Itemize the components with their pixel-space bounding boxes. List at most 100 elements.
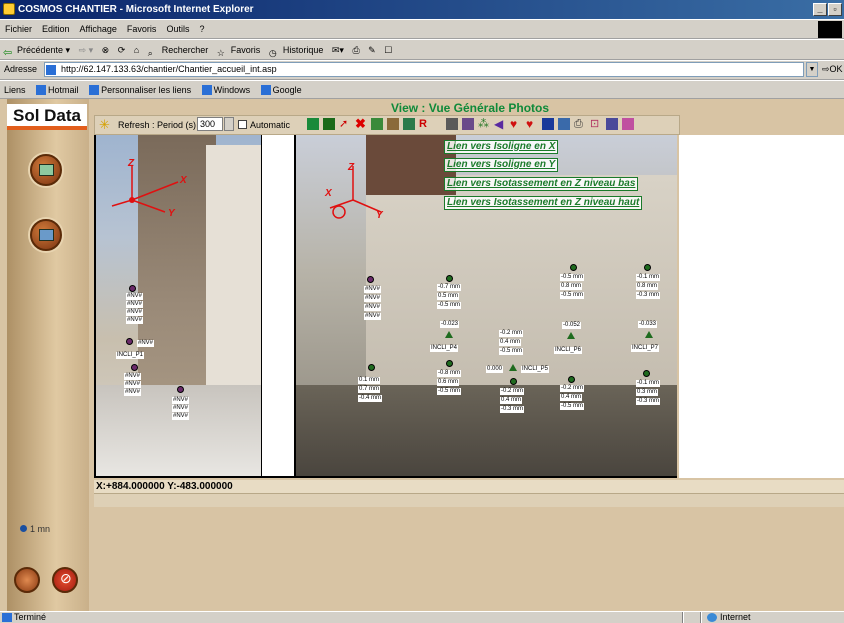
link-isotassement-haut[interactable]: Lien vers Isotassement en Z niveau haut — [444, 196, 643, 210]
tool-table-icon[interactable] — [606, 118, 618, 130]
sensor-marker[interactable] — [510, 378, 517, 385]
menu-affichage[interactable]: Affichage — [75, 20, 122, 34]
sensor-value: -0.3 mm — [636, 292, 661, 299]
tool-chart-icon[interactable]: ⊡ — [590, 118, 602, 130]
tool-r-icon[interactable]: R — [419, 118, 431, 130]
sensor-marker[interactable] — [131, 364, 138, 371]
status-text: Terminé — [14, 612, 47, 622]
sensor-value: #NV# — [172, 405, 190, 412]
sensor-marker[interactable] — [129, 285, 136, 292]
incli-p6-marker[interactable] — [567, 332, 575, 339]
menu-bar: Fichier Edition Affichage Favoris Outils? — [0, 19, 844, 39]
tool-photo-icon[interactable] — [446, 118, 458, 130]
sensor-value: 0.6 mm — [437, 379, 460, 386]
link-isotassement-bas[interactable]: Lien vers Isotassement en Z niveau bas — [444, 177, 639, 191]
sensor-value: -0.4 mm — [358, 395, 383, 402]
forward-button[interactable]: ⇨ ▾ — [76, 40, 97, 56]
address-dropdown-button[interactable]: ▼ — [806, 62, 818, 77]
favorites-button[interactable]: ☆ Favoris — [214, 40, 264, 60]
incli-p4-marker[interactable] — [445, 331, 453, 338]
sensor-marker[interactable] — [368, 364, 375, 371]
exit-button[interactable] — [14, 567, 40, 593]
link-hotmail[interactable]: Hotmail — [32, 81, 83, 95]
tool-print-icon[interactable]: ⎙ — [574, 118, 586, 130]
cancel-button[interactable]: ⊘ — [52, 567, 78, 593]
sensor-marker[interactable] — [367, 276, 374, 283]
sensor-value: -0.2 mm — [499, 330, 524, 337]
incli-p5-marker[interactable] — [509, 364, 517, 371]
tool-pin-icon[interactable]: ➚ — [339, 118, 351, 130]
menu-outils[interactable]: Outils — [161, 20, 194, 34]
menu-edition[interactable]: Edition — [37, 20, 75, 34]
tool-blocks-icon[interactable] — [542, 118, 554, 130]
tool-delete-icon[interactable]: ✖ — [355, 117, 367, 130]
link-google[interactable]: Google — [257, 81, 306, 95]
tool-heart-arrow-icon[interactable]: ♥ — [526, 118, 538, 130]
tool-square-icon[interactable] — [323, 118, 335, 130]
incli-p7-label: INCLI_P7 — [631, 345, 660, 352]
tool-bars-icon[interactable] — [622, 118, 634, 130]
tool-green-icon[interactable] — [307, 118, 319, 130]
go-label: OK — [829, 64, 843, 74]
tool-panel-icon[interactable] — [403, 118, 415, 130]
address-input[interactable]: http://62.147.133.63/chantier/Chantier_a… — [44, 62, 804, 77]
sensor-value: -0.5 mm — [560, 292, 585, 299]
mail-icon[interactable]: ✉▾ — [329, 40, 347, 56]
sensor-value: -0.8 mm — [437, 370, 462, 377]
sensor-marker[interactable] — [643, 370, 650, 377]
cursor-coordinates: X:+884.000000 Y:-483.000000 — [94, 480, 844, 493]
sensor-value: #NV# — [124, 381, 142, 388]
chart-view-button[interactable] — [30, 154, 62, 186]
camera-view-button[interactable] — [30, 219, 62, 251]
sensor-marker[interactable] — [177, 386, 184, 393]
print-icon[interactable]: ⎙ — [349, 40, 362, 56]
link-isoligne-x[interactable]: Lien vers Isoligne en X — [444, 140, 559, 154]
sensor-marker[interactable] — [644, 264, 651, 271]
stop-icon[interactable]: ⊗ — [99, 40, 113, 56]
tool-image-icon[interactable] — [558, 118, 570, 130]
maximize-button[interactable]: ▫ — [828, 3, 842, 16]
period-input[interactable]: 300 — [197, 117, 223, 131]
link-windows[interactable]: Windows — [198, 81, 255, 95]
automatic-checkbox[interactable] — [238, 120, 247, 129]
menu-help[interactable]: ? — [194, 20, 209, 34]
history-button[interactable]: ◷ Historique — [266, 40, 327, 60]
no-entry-icon: ⊘ — [60, 570, 72, 586]
sensor-marker[interactable] — [570, 264, 577, 271]
link-customize[interactable]: Personnaliser les liens — [85, 81, 195, 95]
minimize-button[interactable]: _ — [813, 3, 827, 16]
menu-fichier[interactable]: Fichier — [0, 20, 37, 34]
period-spinner[interactable] — [224, 117, 234, 131]
tool-grid-icon[interactable] — [387, 118, 399, 130]
sensor-marker[interactable] — [446, 275, 453, 282]
edit-icon[interactable]: ✎ — [365, 40, 379, 56]
home-icon[interactable]: ⌂ — [131, 40, 142, 55]
sensor-marker[interactable] — [126, 338, 133, 345]
tool-back-arrow-icon[interactable]: ◀ — [494, 118, 506, 130]
sensor-marker[interactable] — [446, 360, 453, 367]
discuss-icon[interactable]: ☐ — [381, 40, 395, 56]
page-done-icon — [2, 613, 12, 622]
sensor-value: -0.3 mm — [500, 406, 525, 413]
sensor-value: #NV# — [364, 313, 382, 320]
status-divider — [700, 612, 702, 623]
refresh-star-icon[interactable]: ✳ — [99, 118, 110, 132]
tool-heart-icon[interactable]: ♥ — [510, 118, 522, 130]
clock-icon — [20, 525, 27, 532]
refresh-icon[interactable]: ⟳ — [115, 40, 129, 56]
menu-favoris[interactable]: Favoris — [122, 20, 162, 34]
search-button[interactable]: ⌕ Rechercher — [145, 40, 212, 60]
link-isoligne-y[interactable]: Lien vers Isoligne en Y — [444, 158, 559, 172]
tool-camera-icon[interactable] — [462, 118, 474, 130]
sensor-marker[interactable] — [568, 376, 575, 383]
refresh-period-label: Refresh : Period (s) — [118, 120, 197, 130]
sensor-value: 0.4 mm — [499, 339, 522, 346]
incli-p7-marker[interactable] — [645, 331, 653, 338]
view-title: View : Vue Générale Photos — [390, 101, 550, 115]
go-button[interactable]: ⇨OK — [822, 64, 843, 75]
sensor-value: -0.5 mm — [437, 388, 462, 395]
tool-window-icon[interactable] — [371, 118, 383, 130]
tool-scatter-icon[interactable]: ⁂ — [478, 118, 490, 130]
back-button[interactable]: ⇦ Précédente ▾ — [0, 40, 73, 59]
status-divider — [682, 612, 684, 623]
